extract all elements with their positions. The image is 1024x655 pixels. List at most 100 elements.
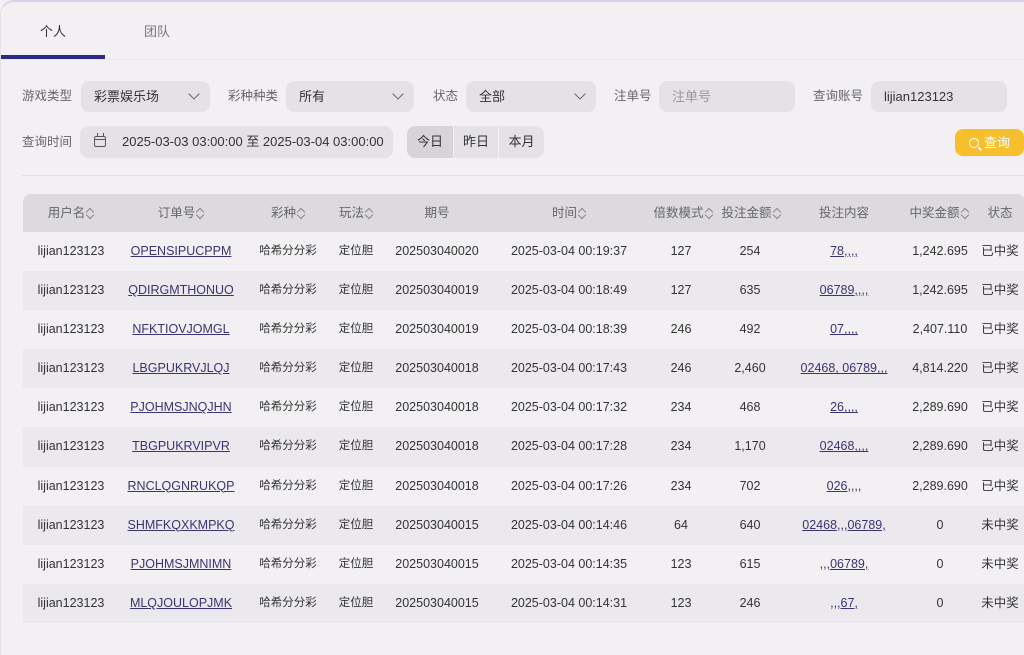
date-range-value: 2025-03-03 03:00:00 至 2025-03-04 03:00:0…	[122, 134, 384, 149]
cell-order-no[interactable]: PJOHMSJNQJHN	[119, 388, 243, 427]
cell-multiplier: 127	[670, 283, 692, 298]
col-header-time[interactable]: 时间	[489, 194, 649, 232]
sort-icon[interactable]	[87, 208, 94, 218]
cell-bet-amount: 492	[739, 322, 761, 337]
cell-multiplier: 234	[670, 400, 692, 415]
cell-lottery: 哈希分分彩	[259, 284, 317, 297]
sort-icon[interactable]	[197, 208, 204, 218]
cell-bet-content[interactable]: 02468,,,06789,	[785, 506, 903, 545]
cell-bet-amount: 635	[739, 283, 761, 298]
tab-personal[interactable]: 个人	[1, 2, 105, 59]
col-header-win-amount[interactable]: 中奖金额	[903, 194, 975, 232]
cell-win-amount: 1,242.695	[912, 283, 968, 298]
cell-username: lijian123123	[37, 439, 105, 454]
cell-lottery: 哈希分分彩	[259, 245, 317, 257]
tab-bar: 个人 团队	[1, 2, 1024, 60]
status-select[interactable]: 全部	[466, 81, 596, 112]
cell-order-no[interactable]: QDIRGMTHONUO	[119, 271, 243, 310]
account-input[interactable]: lijian123123	[871, 81, 1007, 112]
cell-order-no[interactable]: OPENSIPUCPPM	[119, 232, 243, 271]
table-row: lijian123123 LBGPUKRVJLQJ 哈希分分彩 定位胆 20250304…	[23, 349, 1024, 389]
cell-time: 2025-03-04 00:17:28	[510, 439, 628, 454]
col-header-period: 期号	[424, 206, 450, 220]
cell-bet-content[interactable]: 026,,,,	[785, 467, 903, 506]
cell-lottery: 哈希分分彩	[259, 401, 317, 414]
cell-order-no[interactable]: RNCLQGNRUKQP	[119, 467, 243, 506]
table-row: lijian123123 MLQJOULOPJMK 哈希分分彩 定位胆 20250304…	[23, 583, 1024, 623]
col-header-multiplier[interactable]: 倍数模式	[649, 194, 717, 232]
cell-order-no[interactable]: PJOHMSJMNIMN	[119, 545, 243, 584]
cell-bet-content[interactable]: 78,,,,	[785, 232, 903, 271]
table-row: lijian123123 TBGPUKRVIPVR 哈希分分彩 定位胆 20250304…	[23, 427, 1024, 467]
cell-period: 202503040015	[395, 556, 479, 571]
table-row: lijian123123 QDIRGMTHONUO 哈希分分彩 定位胆 20250304…	[23, 271, 1024, 311]
cell-order-no[interactable]: SHMFKQXKMPKQ	[119, 506, 243, 545]
cell-username: lijian123123	[37, 361, 105, 376]
game-type-label: 游戏类型	[22, 89, 73, 103]
col-header-username[interactable]: 用户名	[23, 194, 119, 232]
cell-status: 已中奖	[981, 322, 1019, 337]
table-row: lijian123123 PJOHMSJMNIMN 哈希分分彩 定位胆 20250304…	[23, 544, 1024, 584]
cell-bet-content[interactable]: 07,,,,	[785, 310, 903, 349]
cell-status: 已中奖	[981, 439, 1019, 454]
cell-time: 2025-03-04 00:14:46	[510, 517, 628, 532]
cell-play: 定位胆	[338, 362, 374, 375]
col-header-lottery[interactable]: 彩种	[253, 194, 323, 232]
cell-play: 定位胆	[338, 245, 374, 257]
sort-icon[interactable]	[774, 208, 781, 218]
cell-order-no[interactable]: LBGPUKRVJLQJ	[119, 349, 243, 388]
cell-time: 2025-03-04 00:17:43	[510, 361, 628, 376]
search-icon	[968, 138, 979, 148]
cell-username: lijian123123	[37, 517, 105, 532]
cell-lottery: 哈希分分彩	[259, 518, 317, 531]
cell-multiplier: 127	[670, 244, 692, 258]
col-header-order-no[interactable]: 订单号	[119, 194, 243, 232]
cell-username: lijian123123	[37, 283, 105, 298]
cell-status: 未中奖	[981, 517, 1019, 532]
cell-bet-amount: 246	[739, 595, 761, 610]
quick-month-button[interactable]: 本月	[499, 126, 544, 158]
cell-bet-content[interactable]: 02468,,,,	[785, 427, 903, 466]
quick-yesterday-button[interactable]: 昨日	[454, 126, 498, 158]
query-button[interactable]: 查询	[955, 129, 1024, 156]
chevron-down-icon	[574, 88, 586, 100]
status-value: 全部	[479, 89, 506, 104]
cell-status: 已中奖	[981, 244, 1019, 258]
col-header-bet-amount[interactable]: 投注金额	[717, 194, 785, 232]
cell-order-no[interactable]: TBGPUKRVIPVR	[119, 427, 243, 466]
cell-play: 定位胆	[338, 323, 374, 336]
cell-bet-content[interactable]: 02468, 06789,,,	[785, 349, 903, 388]
sort-icon[interactable]	[298, 208, 305, 218]
cell-win-amount: 2,289.690	[912, 400, 968, 415]
date-range-picker[interactable]: 2025-03-03 03:00:00 至 2025-03-04 03:00:0…	[80, 126, 393, 158]
divider	[22, 175, 1024, 176]
cell-bet-content[interactable]: ,,,06789,	[785, 545, 903, 584]
order-number-input[interactable]: 注单号	[659, 81, 795, 112]
cell-lottery: 哈希分分彩	[259, 596, 317, 609]
sort-icon[interactable]	[706, 208, 713, 218]
cell-order-no[interactable]: NFKTIOVJOMGL	[119, 310, 243, 349]
quick-today-button[interactable]: 今日	[407, 126, 453, 158]
cell-play: 定位胆	[338, 596, 374, 609]
sort-icon[interactable]	[366, 208, 373, 218]
cell-lottery: 哈希分分彩	[259, 440, 317, 453]
cell-status: 未中奖	[981, 595, 1019, 610]
cell-win-amount: 0	[936, 556, 944, 571]
lottery-type-select[interactable]: 所有	[286, 81, 414, 112]
sort-icon[interactable]	[962, 208, 969, 218]
cell-bet-content[interactable]: 26,,,,	[785, 388, 903, 427]
cell-bet-content[interactable]: ,,,67,	[785, 584, 903, 623]
cell-time: 2025-03-04 00:19:37	[510, 244, 628, 258]
chevron-down-icon	[392, 88, 404, 100]
cell-play: 定位胆	[338, 557, 374, 570]
sort-icon[interactable]	[579, 208, 586, 218]
lottery-type-label: 彩种种类	[228, 89, 279, 103]
tab-team[interactable]: 团队	[105, 2, 209, 58]
cell-order-no[interactable]: MLQJOULOPJMK	[119, 584, 243, 623]
col-header-play[interactable]: 玩法	[328, 194, 384, 232]
col-header-status: 状态	[987, 206, 1013, 220]
game-type-select[interactable]: 彩票娱乐场	[81, 81, 210, 112]
cell-multiplier: 123	[670, 556, 692, 571]
cell-bet-content[interactable]: 06789,,,,	[785, 271, 903, 310]
cell-play: 定位胆	[338, 479, 374, 492]
